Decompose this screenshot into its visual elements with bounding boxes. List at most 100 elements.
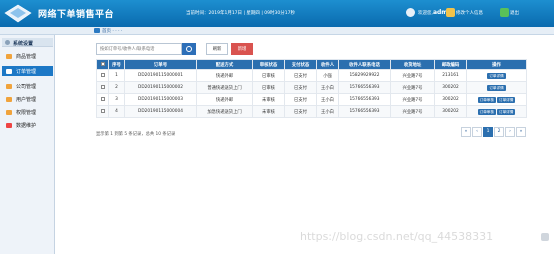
sidebar-item-label: 订单管理 [16,69,37,75]
cell-order-number: DD20190115000001 [124,69,197,82]
last-page-button[interactable]: » [516,127,526,137]
cell-zip: 300202 [434,81,467,94]
sidebar-item-label: 权限管理 [16,110,37,116]
table-row: 4 DD20190115000004 加急快递送货上门 未审核 已支付 王小白 … [96,105,527,118]
app-title: 网络下单销售平台 [38,10,115,20]
order-detail-button[interactable]: 订单详情 [497,108,516,115]
search-icon [186,45,192,52]
row-checkbox[interactable] [96,105,109,118]
first-page-button[interactable]: « [461,127,471,137]
user-avatar-icon [406,8,415,17]
cell-delivery: 快递外邮 [196,93,253,106]
sidebar-item-label: 用户管理 [16,97,37,103]
sidebar: 系统设置 商品管理 订单管理 公司管理 用户管理 权限管理 数据维护 [0,35,55,254]
sidebar-item-label: 数据维护 [16,123,37,129]
cell-pay-status: 已支付 [284,105,317,118]
column-header: 配送方式 [196,59,253,70]
refresh-button[interactable]: 刷新 [206,43,228,55]
cell-delivery: 普通快递送货上门 [196,81,253,94]
cell-no: 4 [108,105,125,118]
cell-receiver: 小强 [316,69,339,82]
sidebar-item-label: 商品管理 [16,54,37,60]
user-icon [6,96,12,102]
cell-zip: 213161 [434,69,467,82]
cell-actions: 订单审核 订单详情 [466,105,527,118]
exit-icon[interactable] [500,8,509,17]
cell-order-number: DD20190115000004 [124,105,197,118]
next-page-button[interactable]: › [505,127,515,137]
column-header: 审核状态 [252,59,285,70]
edit-profile-icon[interactable] [446,8,455,17]
cell-address: 兴业路7号 [390,93,435,106]
permission-icon [6,109,12,115]
column-header: 收件人 [316,59,339,70]
prev-page-button[interactable]: ‹ [472,127,482,137]
select-all-checkbox[interactable] [96,59,109,70]
cell-phone: 15766556393 [338,81,391,94]
sidebar-item-permissions[interactable]: 权限管理 [2,107,53,117]
cell-review-status: 未审核 [252,105,285,118]
order-review-button[interactable]: 订单审核 [477,108,496,115]
order-review-button[interactable]: 订单审核 [477,96,496,103]
order-icon [6,68,12,74]
page-2-button[interactable]: 2 [494,127,504,137]
company-icon [6,83,12,89]
sidebar-item-company[interactable]: 公司管理 [2,81,53,91]
settings-icon [5,40,10,45]
cell-address: 兴业路7号 [390,105,435,118]
edit-profile-link[interactable]: 修改个人信息 [456,10,483,16]
breadcrumb-home[interactable]: 首页 · · · · [102,28,122,34]
search-button[interactable] [182,43,196,55]
row-checkbox[interactable] [96,81,109,94]
column-header: 支付状态 [284,59,317,70]
cell-actions: 订单审核 订单详情 [466,93,527,106]
sidebar-item-products[interactable]: 商品管理 [2,51,53,61]
cell-receiver: 王小白 [316,93,339,106]
cell-no: 3 [108,93,125,106]
search-input[interactable] [96,43,182,55]
order-detail-button[interactable]: 订单详情 [497,96,516,103]
column-header: 操作 [466,59,527,70]
welcome-prefix: 欢迎您, [418,11,433,16]
page-1-button[interactable]: 1 [483,127,493,137]
database-icon [6,122,12,128]
table-header-row: 序号 订单号 配送方式 审核状态 支付状态 收件人 收件人联系电话 收货地址 邮… [96,59,527,70]
sidebar-header[interactable]: 系统设置 [2,38,53,47]
pagination-summary: 显示第 1 到第 5 条记录，总共 10 条记录 [96,132,176,137]
row-checkbox[interactable] [96,93,109,106]
cell-phone: 15766556393 [338,105,391,118]
cell-review-status: 已审核 [252,69,285,82]
cell-order-number: DD20190115000003 [124,93,197,106]
sidebar-item-label: 公司管理 [16,84,37,90]
sidebar-item-data[interactable]: 数据维护 [2,120,53,130]
current-datetime: 当前时间：2019年1月17日 | 星期四 | 09时30分17秒 [186,11,295,16]
cell-address: 兴业路7号 [390,81,435,94]
cell-pay-status: 已支付 [284,93,317,106]
watermark: https://blog.csdn.net/qq_44538331 [300,230,494,243]
cell-delivery: 加急快递送货上门 [196,105,253,118]
add-order-button[interactable]: 新增 [231,43,253,55]
column-header: 序号 [108,59,125,70]
row-checkbox[interactable] [96,69,109,82]
order-detail-button[interactable]: 订单详情 [487,72,506,79]
cell-no: 2 [108,81,125,94]
order-detail-button[interactable]: 订单详情 [487,84,506,91]
cell-address: 兴业路7号 [390,69,435,82]
cell-actions: 订单详情 [466,81,527,94]
cell-review-status: 已审核 [252,81,285,94]
cell-order-number: DD20190115000002 [124,81,197,94]
sidebar-title: 系统设置 [13,40,34,47]
cell-phone: 15766556393 [338,93,391,106]
logo-icon [4,4,32,23]
sidebar-item-users[interactable]: 用户管理 [2,94,53,104]
sidebar-item-orders[interactable]: 订单管理 [2,66,53,76]
cell-phone: 15829929922 [338,69,391,82]
table-row: 2 DD20190115000002 普通快递送货上门 已审核 已支付 王小白 … [96,81,527,94]
scroll-to-top-icon[interactable] [541,233,549,241]
exit-link[interactable]: 退出 [510,10,519,16]
cell-delivery: 快递外邮 [196,69,253,82]
table-row: 1 DD20190115000001 快递外邮 已审核 已支付 小强 15829… [96,69,527,82]
table-row: 3 DD20190115000003 快递外邮 未审核 已支付 王小白 1576… [96,93,527,106]
cell-zip: 300202 [434,105,467,118]
cell-review-status: 未审核 [252,93,285,106]
